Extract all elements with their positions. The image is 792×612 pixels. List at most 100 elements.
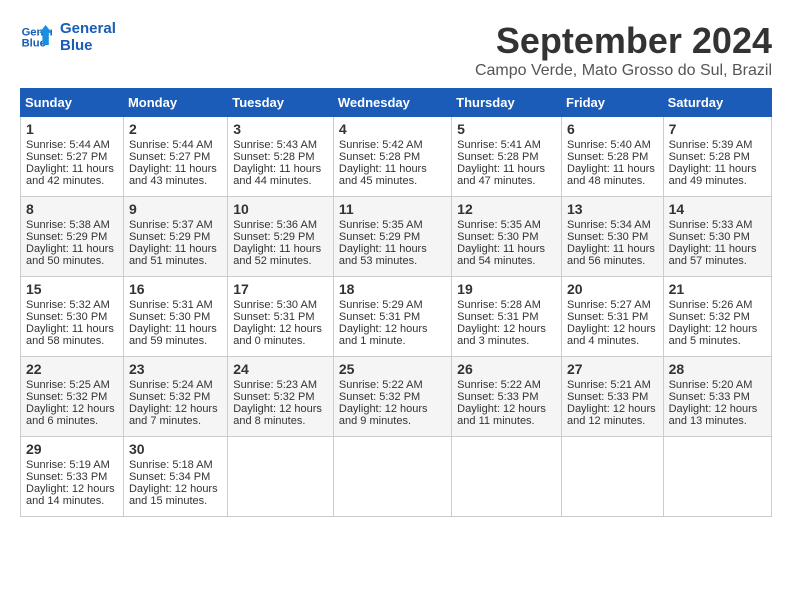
table-row: 7Sunrise: 5:39 AMSunset: 5:28 PMDaylight… bbox=[663, 117, 771, 197]
table-row bbox=[333, 437, 451, 517]
calendar-week-row: 15Sunrise: 5:32 AMSunset: 5:30 PMDayligh… bbox=[21, 277, 772, 357]
sunrise-text: Sunrise: 5:38 AM bbox=[26, 219, 118, 231]
sunrise-text: Sunrise: 5:43 AM bbox=[233, 139, 328, 151]
daylight-text: Daylight: 12 hours and 15 minutes. bbox=[129, 483, 222, 507]
daylight-text: Daylight: 11 hours and 51 minutes. bbox=[129, 243, 222, 267]
daylight-text: Daylight: 11 hours and 58 minutes. bbox=[26, 323, 118, 347]
location: Campo Verde, Mato Grosso do Sul, Brazil bbox=[475, 62, 772, 80]
table-row: 14Sunrise: 5:33 AMSunset: 5:30 PMDayligh… bbox=[663, 197, 771, 277]
daylight-text: Daylight: 12 hours and 11 minutes. bbox=[457, 403, 556, 427]
table-row: 25Sunrise: 5:22 AMSunset: 5:32 PMDayligh… bbox=[333, 357, 451, 437]
table-row: 24Sunrise: 5:23 AMSunset: 5:32 PMDayligh… bbox=[228, 357, 334, 437]
daylight-text: Daylight: 11 hours and 44 minutes. bbox=[233, 163, 328, 187]
sunrise-text: Sunrise: 5:25 AM bbox=[26, 379, 118, 391]
logo-text-blue: Blue bbox=[60, 37, 116, 54]
table-row bbox=[452, 437, 562, 517]
day-number: 18 bbox=[339, 281, 446, 297]
day-number: 12 bbox=[457, 201, 556, 217]
day-number: 22 bbox=[26, 361, 118, 377]
sunrise-text: Sunrise: 5:31 AM bbox=[129, 299, 222, 311]
table-row: 11Sunrise: 5:35 AMSunset: 5:29 PMDayligh… bbox=[333, 197, 451, 277]
table-row bbox=[228, 437, 334, 517]
logo-icon: General Blue bbox=[20, 21, 52, 53]
sunrise-text: Sunrise: 5:35 AM bbox=[457, 219, 556, 231]
table-row bbox=[562, 437, 664, 517]
sunset-text: Sunset: 5:28 PM bbox=[567, 151, 658, 163]
sunrise-text: Sunrise: 5:22 AM bbox=[457, 379, 556, 391]
sunset-text: Sunset: 5:33 PM bbox=[26, 471, 118, 483]
sunrise-text: Sunrise: 5:20 AM bbox=[669, 379, 766, 391]
table-row: 26 Sunrise: 5:22 AMSunset: 5:33 PMDayligh… bbox=[452, 357, 562, 437]
daylight-text: Daylight: 12 hours and 6 minutes. bbox=[26, 403, 118, 427]
col-tuesday: Tuesday bbox=[228, 89, 334, 117]
sunrise-text: Sunrise: 5:42 AM bbox=[339, 139, 446, 151]
sunrise-text: Sunrise: 5:28 AM bbox=[457, 299, 556, 311]
sunrise-text: Sunrise: 5:24 AM bbox=[129, 379, 222, 391]
table-row: 20Sunrise: 5:27 AMSunset: 5:31 PMDayligh… bbox=[562, 277, 664, 357]
day-number: 20 bbox=[567, 281, 658, 297]
daylight-text: Daylight: 12 hours and 0 minutes. bbox=[233, 323, 328, 347]
day-number: 4 bbox=[339, 121, 446, 137]
day-number: 3 bbox=[233, 121, 328, 137]
sunrise-text: Sunrise: 5:30 AM bbox=[233, 299, 328, 311]
daylight-text: Daylight: 12 hours and 1 minute. bbox=[339, 323, 446, 347]
sunrise-text: Sunrise: 5:29 AM bbox=[339, 299, 446, 311]
day-number: 6 bbox=[567, 121, 658, 137]
day-number: 8 bbox=[26, 201, 118, 217]
col-saturday: Saturday bbox=[663, 89, 771, 117]
table-row: 2Sunrise: 5:44 AMSunset: 5:27 PMDaylight… bbox=[123, 117, 227, 197]
table-row: 6Sunrise: 5:40 AMSunset: 5:28 PMDaylight… bbox=[562, 117, 664, 197]
day-number: 23 bbox=[129, 361, 222, 377]
title-section: September 2024 Campo Verde, Mato Grosso … bbox=[475, 20, 772, 80]
sunrise-text: Sunrise: 5:41 AM bbox=[457, 139, 556, 151]
daylight-text: Daylight: 12 hours and 14 minutes. bbox=[26, 483, 118, 507]
sunset-text: Sunset: 5:33 PM bbox=[457, 391, 556, 403]
sunset-text: Sunset: 5:31 PM bbox=[339, 311, 446, 323]
day-number: 13 bbox=[567, 201, 658, 217]
sunset-text: Sunset: 5:32 PM bbox=[233, 391, 328, 403]
sunset-text: Sunset: 5:29 PM bbox=[129, 231, 222, 243]
sunset-text: Sunset: 5:32 PM bbox=[26, 391, 118, 403]
day-number: 28 bbox=[669, 361, 766, 377]
daylight-text: Daylight: 11 hours and 54 minutes. bbox=[457, 243, 556, 267]
calendar-week-row: 8Sunrise: 5:38 AMSunset: 5:29 PMDaylight… bbox=[21, 197, 772, 277]
daylight-text: Daylight: 11 hours and 50 minutes. bbox=[26, 243, 118, 267]
sunset-text: Sunset: 5:32 PM bbox=[129, 391, 222, 403]
col-friday: Friday bbox=[562, 89, 664, 117]
logo-text-general: General bbox=[60, 20, 116, 37]
table-row: 9Sunrise: 5:37 AMSunset: 5:29 PMDaylight… bbox=[123, 197, 227, 277]
sunrise-text: Sunrise: 5:32 AM bbox=[26, 299, 118, 311]
day-number: 26 bbox=[457, 361, 556, 377]
day-number: 2 bbox=[129, 121, 222, 137]
sunrise-text: Sunrise: 5:27 AM bbox=[567, 299, 658, 311]
table-row: 27Sunrise: 5:21 AMSunset: 5:33 PMDayligh… bbox=[562, 357, 664, 437]
day-number: 15 bbox=[26, 281, 118, 297]
sunset-text: Sunset: 5:32 PM bbox=[669, 311, 766, 323]
daylight-text: Daylight: 11 hours and 57 minutes. bbox=[669, 243, 766, 267]
daylight-text: Daylight: 11 hours and 49 minutes. bbox=[669, 163, 766, 187]
table-row: 21Sunrise: 5:26 AMSunset: 5:32 PMDayligh… bbox=[663, 277, 771, 357]
table-row: 19Sunrise: 5:28 AMSunset: 5:31 PMDayligh… bbox=[452, 277, 562, 357]
table-row: 22 Sunrise: 5:25 AMSunset: 5:32 PMDayligh… bbox=[21, 357, 124, 437]
calendar-table: Sunday Monday Tuesday Wednesday Thursday… bbox=[20, 88, 772, 517]
sunset-text: Sunset: 5:29 PM bbox=[233, 231, 328, 243]
table-row: 4Sunrise: 5:42 AMSunset: 5:28 PMDaylight… bbox=[333, 117, 451, 197]
sunset-text: Sunset: 5:33 PM bbox=[567, 391, 658, 403]
table-row: 5Sunrise: 5:41 AMSunset: 5:28 PMDaylight… bbox=[452, 117, 562, 197]
day-number: 11 bbox=[339, 201, 446, 217]
table-row: 15Sunrise: 5:32 AMSunset: 5:30 PMDayligh… bbox=[21, 277, 124, 357]
table-row: 29Sunrise: 5:19 AMSunset: 5:33 PMDayligh… bbox=[21, 437, 124, 517]
sunrise-text: Sunrise: 5:36 AM bbox=[233, 219, 328, 231]
sunrise-text: Sunrise: 5:21 AM bbox=[567, 379, 658, 391]
sunset-text: Sunset: 5:32 PM bbox=[339, 391, 446, 403]
table-row: 28Sunrise: 5:20 AMSunset: 5:33 PMDayligh… bbox=[663, 357, 771, 437]
sunset-text: Sunset: 5:28 PM bbox=[233, 151, 328, 163]
daylight-text: Daylight: 11 hours and 52 minutes. bbox=[233, 243, 328, 267]
day-number: 14 bbox=[669, 201, 766, 217]
table-row: 23Sunrise: 5:24 AMSunset: 5:32 PMDayligh… bbox=[123, 357, 227, 437]
day-number: 16 bbox=[129, 281, 222, 297]
calendar-week-row: 1Sunrise: 5:44 AMSunset: 5:27 PMDaylight… bbox=[21, 117, 772, 197]
day-number: 7 bbox=[669, 121, 766, 137]
sunrise-text: Sunrise: 5:37 AM bbox=[129, 219, 222, 231]
header-row: Sunday Monday Tuesday Wednesday Thursday… bbox=[21, 89, 772, 117]
